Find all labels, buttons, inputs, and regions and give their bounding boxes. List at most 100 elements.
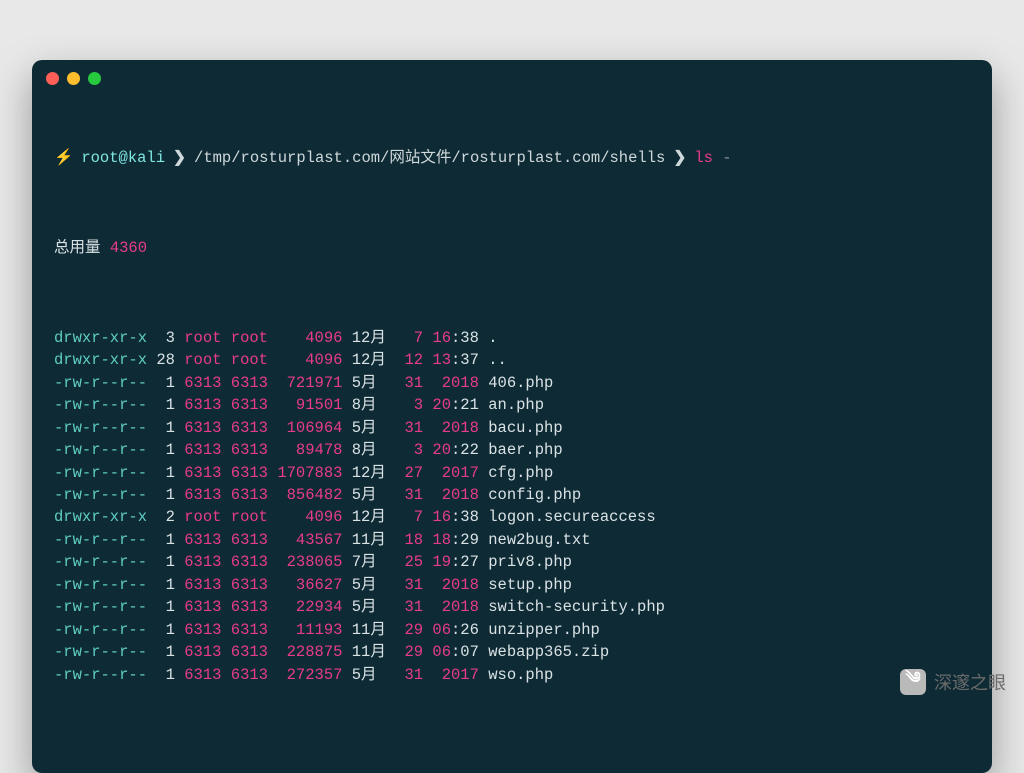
group: 6313 <box>231 441 268 459</box>
listing-row: -rw-r--r-- 1 6313 6313 22934 5月 31 2018 … <box>54 596 970 618</box>
size: 228875 <box>277 643 342 661</box>
size: 4096 <box>277 508 342 526</box>
time-year: 2017 <box>432 666 479 684</box>
day: 3 <box>404 396 423 414</box>
month: 8月 <box>352 396 395 414</box>
permissions: -rw-r--r-- <box>54 553 147 571</box>
month: 5月 <box>352 666 395 684</box>
filename: unzipper.php <box>488 621 600 639</box>
total-value: 4360 <box>110 239 147 257</box>
owner: 6313 <box>184 621 221 639</box>
permissions: -rw-r--r-- <box>54 576 147 594</box>
group: root <box>231 508 268 526</box>
link-count: 1 <box>156 419 175 437</box>
size: 106964 <box>277 419 342 437</box>
month: 11月 <box>352 643 395 661</box>
permissions: drwxr-xr-x <box>54 329 147 347</box>
day: 7 <box>404 329 423 347</box>
month: 11月 <box>352 621 395 639</box>
link-count: 1 <box>156 486 175 504</box>
size: 11193 <box>277 621 342 639</box>
day: 31 <box>404 576 423 594</box>
day: 25 <box>404 553 423 571</box>
time-year: 18:29 <box>432 531 479 549</box>
size: 89478 <box>277 441 342 459</box>
group: 6313 <box>231 621 268 639</box>
filename: 406.php <box>488 374 553 392</box>
owner: 6313 <box>184 553 221 571</box>
time-year: 2018 <box>432 576 479 594</box>
group: root <box>231 351 268 369</box>
owner: 6313 <box>184 598 221 616</box>
prompt-flag-dash: - <box>722 147 731 169</box>
owner: 6313 <box>184 486 221 504</box>
listing-row: -rw-r--r-- 1 6313 6313 238065 7月 25 19:2… <box>54 551 970 573</box>
time-year: 19:27 <box>432 553 479 571</box>
group: 6313 <box>231 396 268 414</box>
link-count: 1 <box>156 396 175 414</box>
filename: baer.php <box>488 441 562 459</box>
link-count: 1 <box>156 441 175 459</box>
size: 238065 <box>277 553 342 571</box>
owner: 6313 <box>184 666 221 684</box>
filename: bacu.php <box>488 419 562 437</box>
group: 6313 <box>231 464 268 482</box>
size: 721971 <box>277 374 342 392</box>
permissions: -rw-r--r-- <box>54 419 147 437</box>
group: 6313 <box>231 598 268 616</box>
terminal-window: ⚡ root@kali ❯ /tmp/rosturplast.com/网站文件/… <box>32 60 992 773</box>
time-year: 2018 <box>432 374 479 392</box>
listing-row: drwxr-xr-x 28 root root 4096 12月 12 13:3… <box>54 349 970 371</box>
day: 29 <box>404 621 423 639</box>
close-icon[interactable] <box>46 72 59 85</box>
link-count: 1 <box>156 553 175 571</box>
day: 27 <box>404 464 423 482</box>
titlebar <box>32 60 992 96</box>
size: 272357 <box>277 666 342 684</box>
listing-row: -rw-r--r-- 1 6313 6313 721971 5月 31 2018… <box>54 372 970 394</box>
owner: 6313 <box>184 464 221 482</box>
month: 5月 <box>352 486 395 504</box>
owner: 6313 <box>184 531 221 549</box>
size: 4096 <box>277 329 342 347</box>
filename: priv8.php <box>488 553 572 571</box>
permissions: -rw-r--r-- <box>54 441 147 459</box>
permissions: -rw-r--r-- <box>54 621 147 639</box>
minimize-icon[interactable] <box>67 72 80 85</box>
listing-row: -rw-r--r-- 1 6313 6313 89478 8月 3 20:22 … <box>54 439 970 461</box>
link-count: 2 <box>156 508 175 526</box>
owner: 6313 <box>184 396 221 414</box>
filename: .. <box>488 351 507 369</box>
link-count: 1 <box>156 598 175 616</box>
permissions: -rw-r--r-- <box>54 531 147 549</box>
prompt-separator-2: ❯ <box>673 147 686 169</box>
month: 5月 <box>352 576 395 594</box>
listing-row: -rw-r--r-- 1 6313 6313 36627 5月 31 2018 … <box>54 574 970 596</box>
group: 6313 <box>231 576 268 594</box>
prompt-user: root@kali <box>81 147 165 169</box>
maximize-icon[interactable] <box>88 72 101 85</box>
link-count: 1 <box>156 374 175 392</box>
prompt-separator-1: ❯ <box>173 147 186 169</box>
day: 31 <box>404 374 423 392</box>
link-count: 1 <box>156 464 175 482</box>
day: 18 <box>404 531 423 549</box>
listing-row: -rw-r--r-- 1 6313 6313 11193 11月 29 06:2… <box>54 619 970 641</box>
permissions: -rw-r--r-- <box>54 666 147 684</box>
terminal-body[interactable]: ⚡ root@kali ❯ /tmp/rosturplast.com/网站文件/… <box>32 96 992 741</box>
prompt-flag <box>713 147 722 169</box>
time-year: 2018 <box>432 486 479 504</box>
filename: wso.php <box>488 666 553 684</box>
day: 31 <box>404 598 423 616</box>
permissions: drwxr-xr-x <box>54 508 147 526</box>
watermark-icon: ༄ <box>900 669 926 695</box>
file-listing: drwxr-xr-x 3 root root 4096 12月 7 16:38 … <box>54 327 970 687</box>
link-count: 28 <box>156 351 175 369</box>
permissions: -rw-r--r-- <box>54 464 147 482</box>
listing-row: -rw-r--r-- 1 6313 6313 1707883 12月 27 20… <box>54 462 970 484</box>
filename: . <box>488 329 497 347</box>
filename: webapp365.zip <box>488 643 609 661</box>
watermark-text: 深邃之眼 <box>934 669 1006 695</box>
month: 12月 <box>352 508 395 526</box>
time-year: 20:21 <box>432 396 479 414</box>
